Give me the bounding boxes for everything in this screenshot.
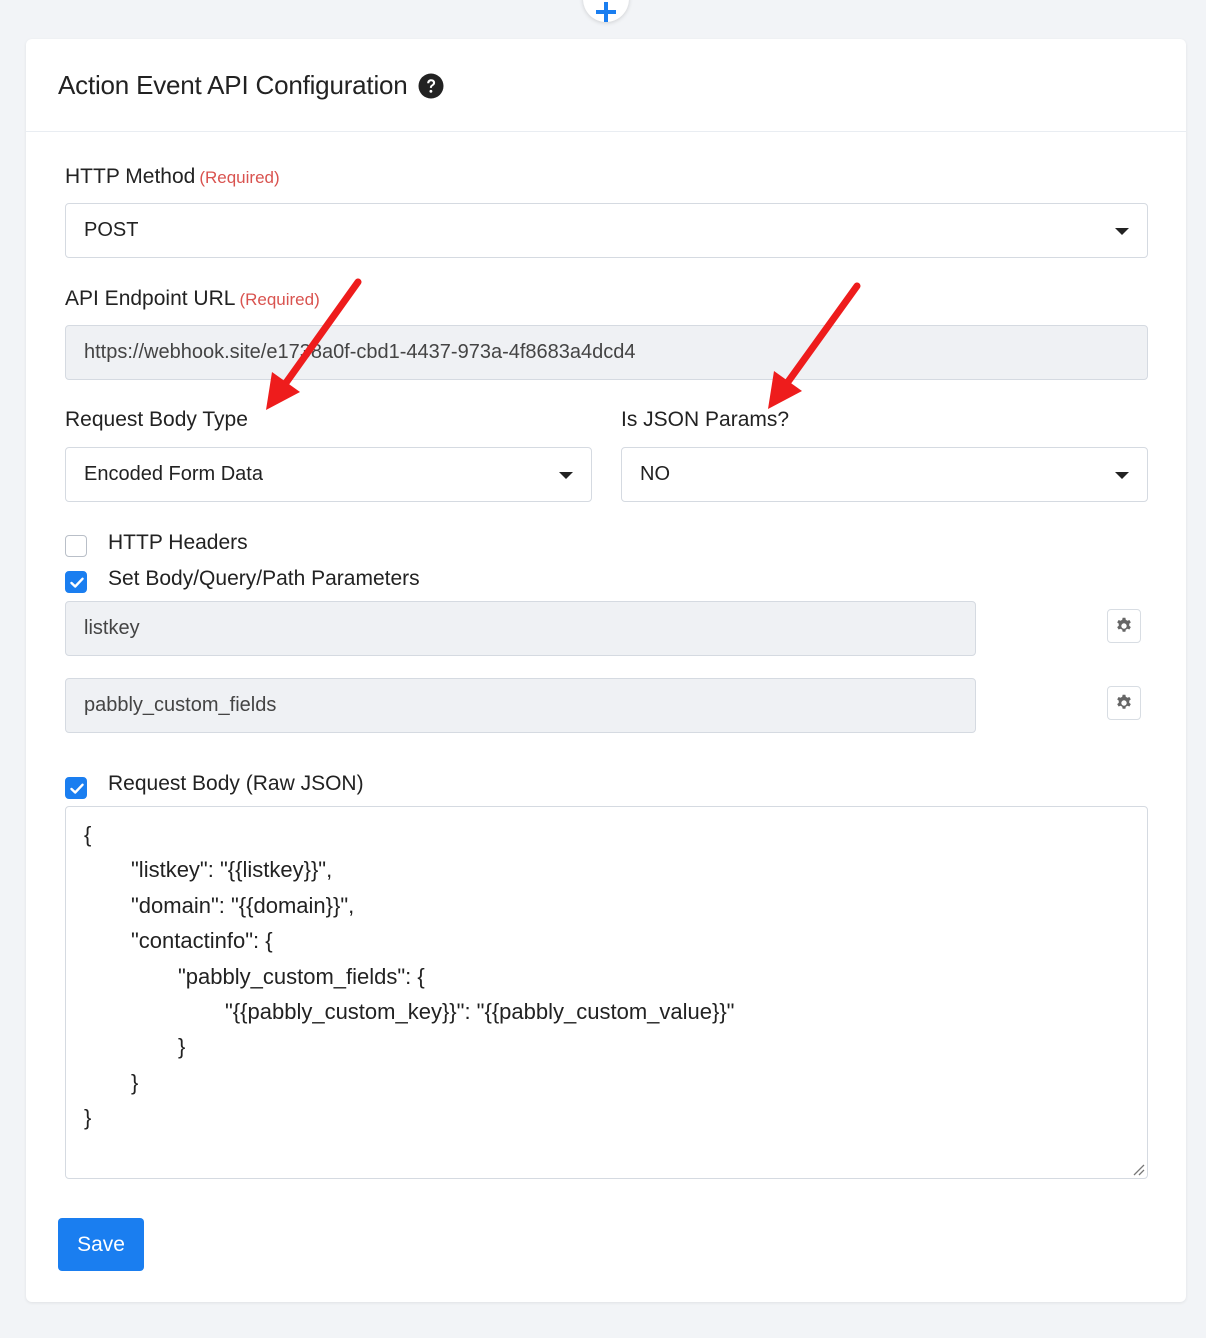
body-type-value: Encoded Form Data [84, 463, 263, 485]
code-line: "listkey": "{{listkey}}", [131, 857, 333, 883]
endpoint-url-value: https://webhook.site/e1738a0f-cbd1-4437-… [84, 341, 636, 363]
question-circle-icon[interactable] [418, 73, 444, 99]
page-title-text: Action Event API Configuration [58, 70, 408, 100]
add-step-button[interactable] [583, 0, 629, 22]
code-line: "domain": "{{domain}}", [131, 892, 355, 918]
json-params-value: NO [640, 463, 670, 485]
param-field-custom-fields[interactable]: pabbly_custom_fields [65, 678, 976, 733]
endpoint-label: API Endpoint URL (Required) [65, 287, 320, 311]
param-field-listkey[interactable]: listkey [65, 601, 976, 656]
gear-icon [1117, 694, 1131, 709]
page-title: Action Event API Configuration [58, 70, 444, 101]
http-headers-checkbox[interactable] [65, 535, 87, 557]
param-field-value: listkey [84, 617, 140, 639]
code-line: "pabbly_custom_fields": { [178, 963, 425, 989]
check-icon [70, 577, 84, 588]
param-settings-button[interactable] [1107, 609, 1141, 643]
gear-icon [1117, 617, 1131, 632]
code-line: } [131, 1069, 139, 1095]
json-params-select[interactable]: NO [621, 447, 1148, 502]
caret-down-icon [559, 472, 573, 479]
http-headers-label: HTTP Headers [108, 531, 248, 554]
params-label: Set Body/Query/Path Parameters [108, 567, 420, 590]
check-icon [70, 783, 84, 794]
caret-down-icon [1115, 228, 1129, 235]
http-method-label-text: HTTP Method [65, 165, 196, 188]
required-tag: (Required) [199, 168, 280, 187]
http-method-select[interactable]: POST [65, 203, 1148, 258]
param-settings-button[interactable] [1107, 686, 1141, 720]
code-line: { [84, 822, 92, 847]
endpoint-label-text: API Endpoint URL [65, 287, 236, 310]
raw-json-textarea[interactable]: { "listkey": "{{listkey}}", "domain": "{… [65, 806, 1148, 1179]
raw-json-checkbox[interactable] [65, 777, 87, 799]
api-config-card: Action Event API Configuration HTTP Meth… [26, 39, 1186, 1302]
http-method-label: HTTP Method (Required) [65, 165, 280, 189]
body-type-label: Request Body Type [65, 408, 248, 431]
resize-handle-icon[interactable] [1131, 1162, 1145, 1176]
body-type-select[interactable]: Encoded Form Data [65, 447, 592, 502]
save-button[interactable]: Save [58, 1218, 144, 1271]
code-line: "{{pabbly_custom_key}}": "{{pabbly_custo… [225, 998, 735, 1024]
required-tag: (Required) [239, 290, 320, 309]
plus-icon [596, 2, 616, 22]
code-line: } [178, 1034, 186, 1060]
code-line: } [84, 1105, 92, 1131]
json-params-label: Is JSON Params? [621, 408, 790, 431]
http-method-value: POST [84, 219, 139, 241]
caret-down-icon [1115, 472, 1129, 479]
params-checkbox[interactable] [65, 571, 87, 593]
param-field-value: pabbly_custom_fields [84, 694, 277, 716]
code-line: "contactinfo": { [131, 928, 273, 954]
endpoint-url-input[interactable]: https://webhook.site/e1738a0f-cbd1-4437-… [65, 325, 1148, 380]
raw-json-label: Request Body (Raw JSON) [108, 772, 364, 795]
card-header: Action Event API Configuration [26, 39, 1186, 132]
